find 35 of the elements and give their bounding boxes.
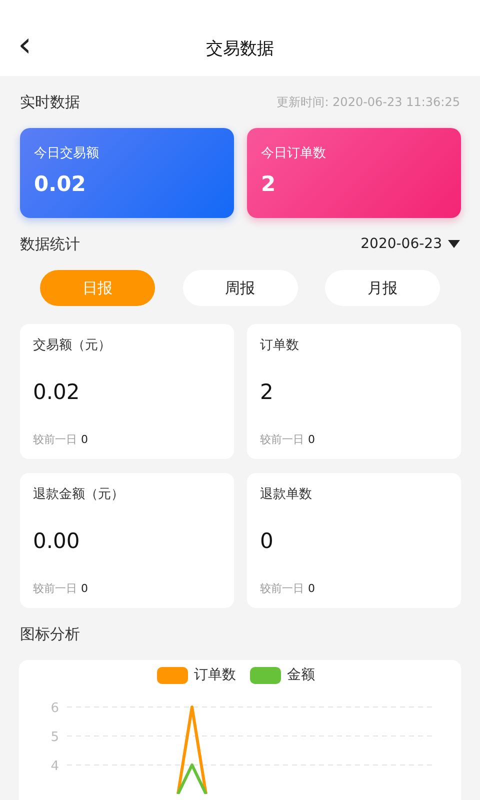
stat-value: 0 (260, 529, 274, 553)
card-label: 今日订单数 (261, 145, 327, 162)
axis-tick-label: 4 (50, 759, 59, 774)
stat-label: 交易额（元） (33, 337, 112, 354)
back-button[interactable]: ‹ (12, 28, 38, 62)
update-time: 更新时间: 2020-06-23 11:36:25 (276, 94, 460, 110)
legend-label: 订单数 (194, 666, 236, 684)
axis-tick-label: 5 (50, 730, 59, 745)
card-label: 今日交易额 (34, 145, 100, 162)
compare-label: 较前一日 (33, 581, 77, 596)
stat-label: 订单数 (260, 337, 300, 354)
compare-label: 较前一日 (33, 432, 77, 447)
stat-label: 退款单数 (260, 486, 313, 503)
card-value: 2 (261, 172, 277, 196)
card-value: 0.02 (34, 172, 87, 196)
compare-label: 较前一日 (260, 581, 304, 596)
date-picker[interactable]: 2020-06-23 (360, 236, 460, 252)
compare-value: 0 (81, 433, 88, 446)
stat-value: 0.02 (33, 380, 81, 404)
dropdown-icon (448, 240, 460, 248)
stat-label: 退款金额（元） (33, 486, 125, 503)
compare-value: 0 (308, 433, 315, 446)
stat-value: 0.00 (33, 529, 81, 553)
legend-label: 金额 (287, 666, 315, 684)
section-title: 实时数据 (20, 92, 80, 112)
section-title: 图标分析 (20, 624, 80, 644)
compare-label: 较前一日 (260, 432, 304, 447)
page-title: 交易数据 (206, 38, 274, 60)
section-title: 数据统计 (20, 234, 80, 254)
compare-value: 0 (308, 582, 315, 595)
period-tab[interactable]: 周报 (182, 270, 298, 306)
compare-value: 0 (81, 582, 88, 595)
axis-tick-label: 6 (50, 701, 59, 716)
period-tab[interactable]: 月报 (325, 270, 440, 306)
stat-value: 2 (260, 380, 274, 404)
